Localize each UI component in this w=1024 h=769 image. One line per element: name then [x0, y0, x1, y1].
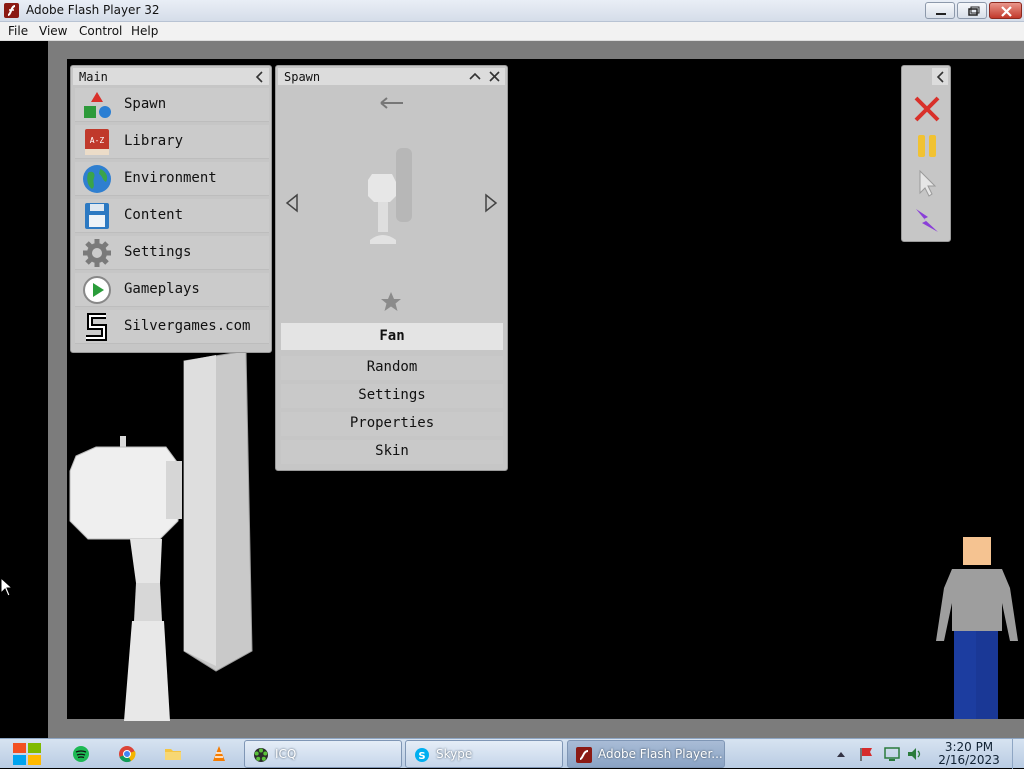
start-button-icon[interactable] [10, 739, 44, 769]
frame-bottom [48, 719, 1024, 738]
ragdoll-character[interactable] [930, 533, 1024, 723]
tray-show-hidden-icon[interactable] [836, 750, 846, 758]
action-center-flag-icon[interactable] [858, 746, 876, 762]
main-item-label: Environment [124, 170, 217, 186]
chrome-icon[interactable] [118, 745, 136, 763]
collapse-chevron-icon[interactable] [255, 71, 265, 83]
close-button[interactable] [989, 2, 1022, 19]
tools-panel [901, 65, 951, 242]
taskbar-app-flash[interactable]: Adobe Flash Player... [567, 740, 725, 768]
game-canvas[interactable]: Main Spawn A-Z Library Environment Conte… [0, 41, 1024, 738]
svg-text:S: S [418, 751, 425, 762]
main-item-content[interactable]: Content [75, 199, 269, 233]
cursor-icon[interactable] [912, 168, 942, 198]
restore-button[interactable] [957, 2, 987, 19]
close-icon[interactable] [488, 70, 501, 83]
clock-date: 2/16/2023 [938, 753, 1000, 767]
taskbar-clock[interactable]: 3:20 PM 2/16/2023 [936, 741, 1002, 767]
collapse-chevron-icon[interactable] [936, 71, 946, 83]
chevron-up-icon[interactable] [469, 71, 481, 83]
flash-player-icon [576, 747, 592, 763]
book-az-icon: A-Z [85, 129, 109, 155]
window-title: Adobe Flash Player 32 [26, 3, 160, 17]
silvergames-logo-icon [86, 313, 107, 341]
main-item-gameplays[interactable]: Gameplays [75, 273, 269, 307]
spawn-panel-title: Spawn [284, 70, 321, 84]
globe-icon [83, 165, 111, 193]
frame-left [48, 41, 67, 738]
show-desktop-button[interactable] [1012, 739, 1024, 769]
menu-file[interactable]: File [8, 24, 28, 38]
spawn-option-random[interactable]: Random [281, 356, 503, 380]
taskbar-app-label: Skype [436, 747, 473, 761]
swap-arrow-icon[interactable] [379, 96, 405, 110]
fan-preview-icon [368, 148, 412, 244]
main-item-spawn[interactable]: Spawn [75, 88, 269, 122]
next-arrow-icon[interactable] [483, 193, 499, 213]
shapes-icon [84, 92, 111, 118]
vlc-icon[interactable] [210, 745, 228, 763]
main-item-label: Settings [124, 244, 192, 260]
flash-player-icon [4, 3, 19, 18]
menu-help[interactable]: Help [131, 24, 158, 38]
main-item-label: Content [124, 207, 184, 223]
spawn-selected-item[interactable]: Fan [281, 323, 503, 350]
main-item-environment[interactable]: Environment [75, 162, 269, 196]
spawn-option-skin[interactable]: Skin [281, 440, 503, 464]
main-item-silvergames[interactable]: Silvergames.com [75, 310, 269, 344]
folder-icon[interactable] [164, 745, 182, 763]
play-icon [83, 276, 111, 304]
mouse-pointer-icon [0, 577, 14, 597]
lightning-icon[interactable] [912, 205, 942, 235]
windows-taskbar: ICQ S Skype Adobe Flash Player... 3:20 P… [0, 738, 1024, 769]
spotify-icon[interactable] [72, 745, 90, 763]
window-titlebar[interactable]: Adobe Flash Player 32 [0, 0, 1024, 22]
menu-control[interactable]: Control [79, 24, 122, 38]
main-item-label: Gameplays [124, 281, 200, 297]
menu-bar: File View Control Help [0, 22, 1024, 41]
main-menu-panel: Main Spawn A-Z Library Environment Conte… [70, 65, 272, 353]
tools-panel-header [932, 68, 948, 85]
icq-flower-icon [254, 748, 268, 762]
taskbar-app-icq[interactable]: ICQ [244, 740, 402, 768]
menu-view[interactable]: View [39, 24, 67, 38]
favorite-star-icon[interactable] [380, 291, 402, 313]
taskbar-app-skype[interactable]: S Skype [405, 740, 563, 768]
main-panel-title: Main [79, 70, 108, 84]
previous-arrow-icon[interactable] [284, 193, 300, 213]
main-item-label: Spawn [124, 96, 167, 112]
spawn-option-settings[interactable]: Settings [281, 384, 503, 408]
frame-top [48, 41, 1024, 59]
main-item-label: Library [124, 133, 184, 149]
main-item-label: Silvergames.com [124, 318, 251, 334]
floppy-disk-icon [85, 203, 109, 229]
main-item-library[interactable]: A-Z Library [75, 125, 269, 159]
minimize-button[interactable] [925, 2, 955, 19]
main-panel-header: Main [73, 68, 269, 85]
network-icon[interactable] [883, 746, 901, 762]
spawn-panel-header: Spawn [278, 68, 505, 85]
main-item-settings[interactable]: Settings [75, 236, 269, 270]
svg-text:A-Z: A-Z [90, 136, 105, 145]
skype-icon: S [415, 748, 429, 762]
taskbar-app-label: Adobe Flash Player... [598, 747, 723, 761]
taskbar-app-label: ICQ [275, 747, 297, 761]
gear-icon [83, 239, 111, 267]
spawn-panel: Spawn Fan Random Settings Properties Ski… [275, 65, 508, 471]
spawn-option-properties[interactable]: Properties [281, 412, 503, 436]
pause-icon[interactable] [912, 131, 942, 161]
volume-icon[interactable] [906, 746, 924, 762]
spawned-fan-object[interactable] [66, 321, 256, 721]
close-x-icon[interactable] [912, 94, 942, 124]
